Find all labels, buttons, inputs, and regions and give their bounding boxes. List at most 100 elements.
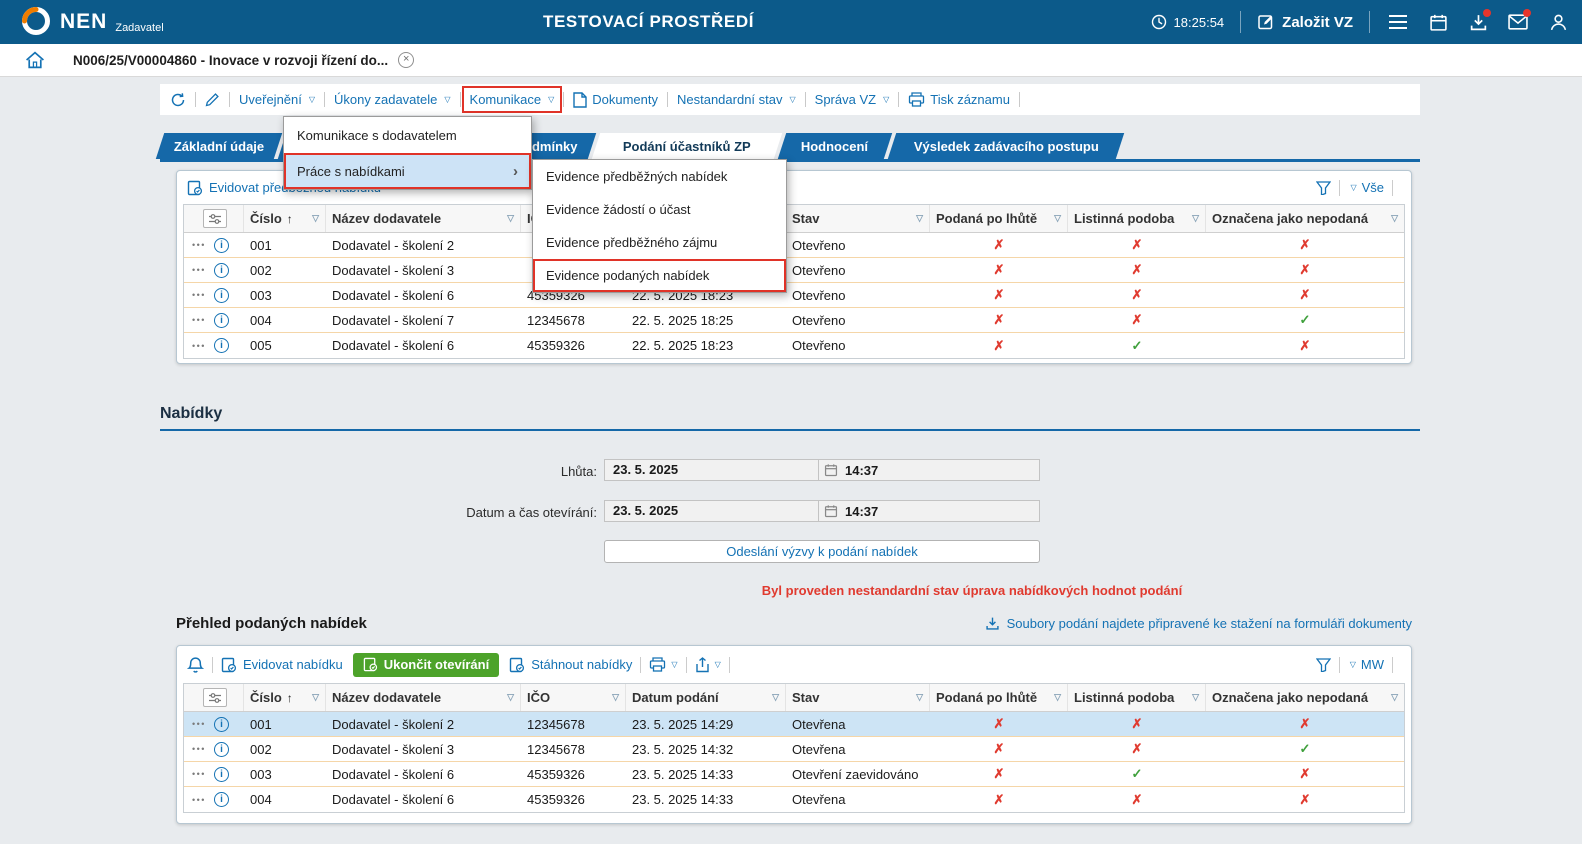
info-icon[interactable]: i xyxy=(214,263,229,278)
edit-record-button[interactable] xyxy=(205,92,220,107)
filter-triangle-icon[interactable]: ▽ xyxy=(1387,213,1398,224)
column-header-nazev[interactable]: Název dodavatele▽ xyxy=(326,684,521,711)
print-table-button[interactable]: ▽ xyxy=(649,657,677,672)
menu-komunikace[interactable]: Komunikace ▽ xyxy=(470,92,555,107)
profile-button[interactable] xyxy=(1546,10,1570,34)
tab-zakladni-udaje[interactable]: Základní údaje xyxy=(156,133,283,159)
view-selector[interactable]: ▽ Vše xyxy=(1348,180,1384,195)
print-record-button[interactable]: Tisk záznamu xyxy=(908,92,1010,107)
bell-button[interactable] xyxy=(187,656,204,674)
row-menu-button[interactable]: ••• xyxy=(192,795,206,805)
column-header-po-lhute[interactable]: Podaná po lhůtě▽ xyxy=(930,205,1068,232)
column-header-datum[interactable]: Datum podání▽ xyxy=(626,684,786,711)
filter-triangle-icon[interactable]: ▽ xyxy=(912,213,923,224)
menu-uverejneni[interactable]: Uveřejnění ▽ xyxy=(239,92,315,107)
create-vz-button[interactable]: Založit VZ xyxy=(1257,13,1353,31)
history-button[interactable] xyxy=(170,92,186,108)
tab-vysledek[interactable]: Výsledek zadávacího postupu xyxy=(888,133,1124,159)
info-icon[interactable]: i xyxy=(214,238,229,253)
close-breadcrumb-button[interactable]: × xyxy=(398,52,414,68)
column-settings-button[interactable] xyxy=(203,209,227,228)
filter-triangle-icon[interactable]: ▽ xyxy=(308,213,319,224)
view-selector[interactable]: ▽ MW xyxy=(1348,657,1384,672)
info-icon[interactable]: i xyxy=(214,288,229,303)
menu-dokumenty[interactable]: Dokumenty xyxy=(573,92,658,108)
otevirani-time-input[interactable]: 14:37 xyxy=(819,501,1039,521)
stahnout-nabidky-button[interactable]: Stáhnout nabídky xyxy=(509,657,632,673)
column-header-ico[interactable]: IČO▽ xyxy=(521,684,626,711)
column-header-nepodana[interactable]: Označena jako nepodaná▽ xyxy=(1206,205,1404,232)
filter-triangle-icon[interactable]: ▽ xyxy=(503,213,514,224)
table-row[interactable]: •••i 002 Dodavatel - školení 3 Otevřeno … xyxy=(184,258,1404,283)
breadcrumb-item[interactable]: N006/25/V00004860 - Inovace v rozvoji ří… xyxy=(73,53,388,68)
column-header-stav[interactable]: Stav▽ xyxy=(786,684,930,711)
table-row[interactable]: •••i 004 Dodavatel - školení 7 12345678 … xyxy=(184,308,1404,333)
home-button[interactable] xyxy=(25,51,45,69)
filter-triangle-icon[interactable]: ▽ xyxy=(768,692,779,703)
filter-triangle-icon[interactable]: ▽ xyxy=(1188,692,1199,703)
row-menu-button[interactable]: ••• xyxy=(192,265,206,275)
tab-hodnoceni[interactable]: Hodnocení xyxy=(778,133,892,159)
row-menu-button[interactable]: ••• xyxy=(192,719,206,729)
otevirani-date-input[interactable]: 23. 5. 2025 xyxy=(605,501,819,521)
column-header-stav[interactable]: Stav▽ xyxy=(786,205,930,232)
filter-triangle-icon[interactable]: ▽ xyxy=(1188,213,1199,224)
info-icon[interactable]: i xyxy=(214,313,229,328)
info-icon[interactable]: i xyxy=(214,717,229,732)
table-row[interactable]: •••i 003 Dodavatel - školení 6 45359326 … xyxy=(184,283,1404,308)
evidovat-nabidku-button[interactable]: Evidovat nabídku xyxy=(221,657,343,673)
soubory-podani-link[interactable]: Soubory podání najdete připravené ke sta… xyxy=(985,616,1412,631)
brand[interactable]: NEN Zadavatel xyxy=(20,5,164,37)
filter-triangle-icon[interactable]: ▽ xyxy=(1050,213,1061,224)
filter-button[interactable] xyxy=(1316,658,1331,672)
filter-triangle-icon[interactable]: ▽ xyxy=(912,692,923,703)
menu-item-prace-s-nabidkami[interactable]: Práce s nabídkami › xyxy=(284,153,531,189)
hamburger-menu-button[interactable] xyxy=(1386,10,1410,34)
table-row[interactable]: •••i 004 Dodavatel - školení 6 45359326 … xyxy=(184,787,1404,812)
calendar-icon[interactable] xyxy=(824,504,838,518)
column-header-po-lhute[interactable]: Podaná po lhůtě▽ xyxy=(930,684,1068,711)
menu-ukony-zadavatele[interactable]: Úkony zadavatele ▽ xyxy=(334,92,451,107)
info-icon[interactable]: i xyxy=(214,792,229,807)
filter-triangle-icon[interactable]: ▽ xyxy=(503,692,514,703)
tab-podani-ucastniku[interactable]: Podání účastníků ZP xyxy=(592,133,782,159)
menu-item-komunikace-s-dodavatelem[interactable]: Komunikace s dodavatelem xyxy=(284,117,531,153)
table-row[interactable]: •••i 001 Dodavatel - školení 2 12345678 … xyxy=(184,712,1404,737)
menu-item-evidence-zadosti-o-ucast[interactable]: Evidence žádostí o účast xyxy=(533,193,786,226)
lhuta-time-input[interactable]: 14:37 xyxy=(819,460,1039,480)
messages-button[interactable] xyxy=(1506,10,1530,34)
column-header-nazev[interactable]: Název dodavatele▽ xyxy=(326,205,521,232)
calendar-button[interactable] xyxy=(1426,10,1450,34)
filter-triangle-icon[interactable]: ▽ xyxy=(1387,692,1398,703)
column-header-cislo[interactable]: Číslo↑▽ xyxy=(244,205,326,232)
table-row[interactable]: •••i 001 Dodavatel - školení 2 Otevřeno … xyxy=(184,233,1404,258)
info-icon[interactable]: i xyxy=(214,767,229,782)
row-menu-button[interactable]: ••• xyxy=(192,769,206,779)
row-menu-button[interactable]: ••• xyxy=(192,315,206,325)
table-row[interactable]: •••i 002 Dodavatel - školení 3 12345678 … xyxy=(184,737,1404,762)
odeslani-vyzvy-button[interactable]: Odeslání výzvy k podání nabídek xyxy=(604,540,1040,563)
downloads-button[interactable] xyxy=(1466,10,1490,34)
menu-item-evidence-predbezneho-zajmu[interactable]: Evidence předběžného zájmu xyxy=(533,226,786,259)
filter-triangle-icon[interactable]: ▽ xyxy=(608,692,619,703)
table-row[interactable]: •••i 005 Dodavatel - školení 6 45359326 … xyxy=(184,333,1404,358)
export-button[interactable]: ▽ xyxy=(695,657,721,673)
menu-nestandardni-stav[interactable]: Nestandardní stav ▽ xyxy=(677,92,796,107)
menu-sprava-vz[interactable]: Správa VZ ▽ xyxy=(815,92,890,107)
column-header-listinna[interactable]: Listinná podoba▽ xyxy=(1068,205,1206,232)
row-menu-button[interactable]: ••• xyxy=(192,744,206,754)
filter-triangle-icon[interactable]: ▽ xyxy=(308,692,319,703)
calendar-icon[interactable] xyxy=(824,463,838,477)
row-menu-button[interactable]: ••• xyxy=(192,341,206,351)
filter-button[interactable] xyxy=(1316,181,1331,195)
column-header-cislo[interactable]: Číslo↑▽ xyxy=(244,684,326,711)
ukoncit-oteviani-button[interactable]: Ukončit otevírání xyxy=(353,653,499,677)
row-menu-button[interactable]: ••• xyxy=(192,290,206,300)
column-header-listinna[interactable]: Listinná podoba▽ xyxy=(1068,684,1206,711)
info-icon[interactable]: i xyxy=(214,742,229,757)
info-icon[interactable]: i xyxy=(214,338,229,353)
table-row[interactable]: •••i 003 Dodavatel - školení 6 45359326 … xyxy=(184,762,1404,787)
column-header-nepodana[interactable]: Označena jako nepodaná▽ xyxy=(1206,684,1404,711)
row-menu-button[interactable]: ••• xyxy=(192,240,206,250)
column-settings-button[interactable] xyxy=(203,688,227,707)
